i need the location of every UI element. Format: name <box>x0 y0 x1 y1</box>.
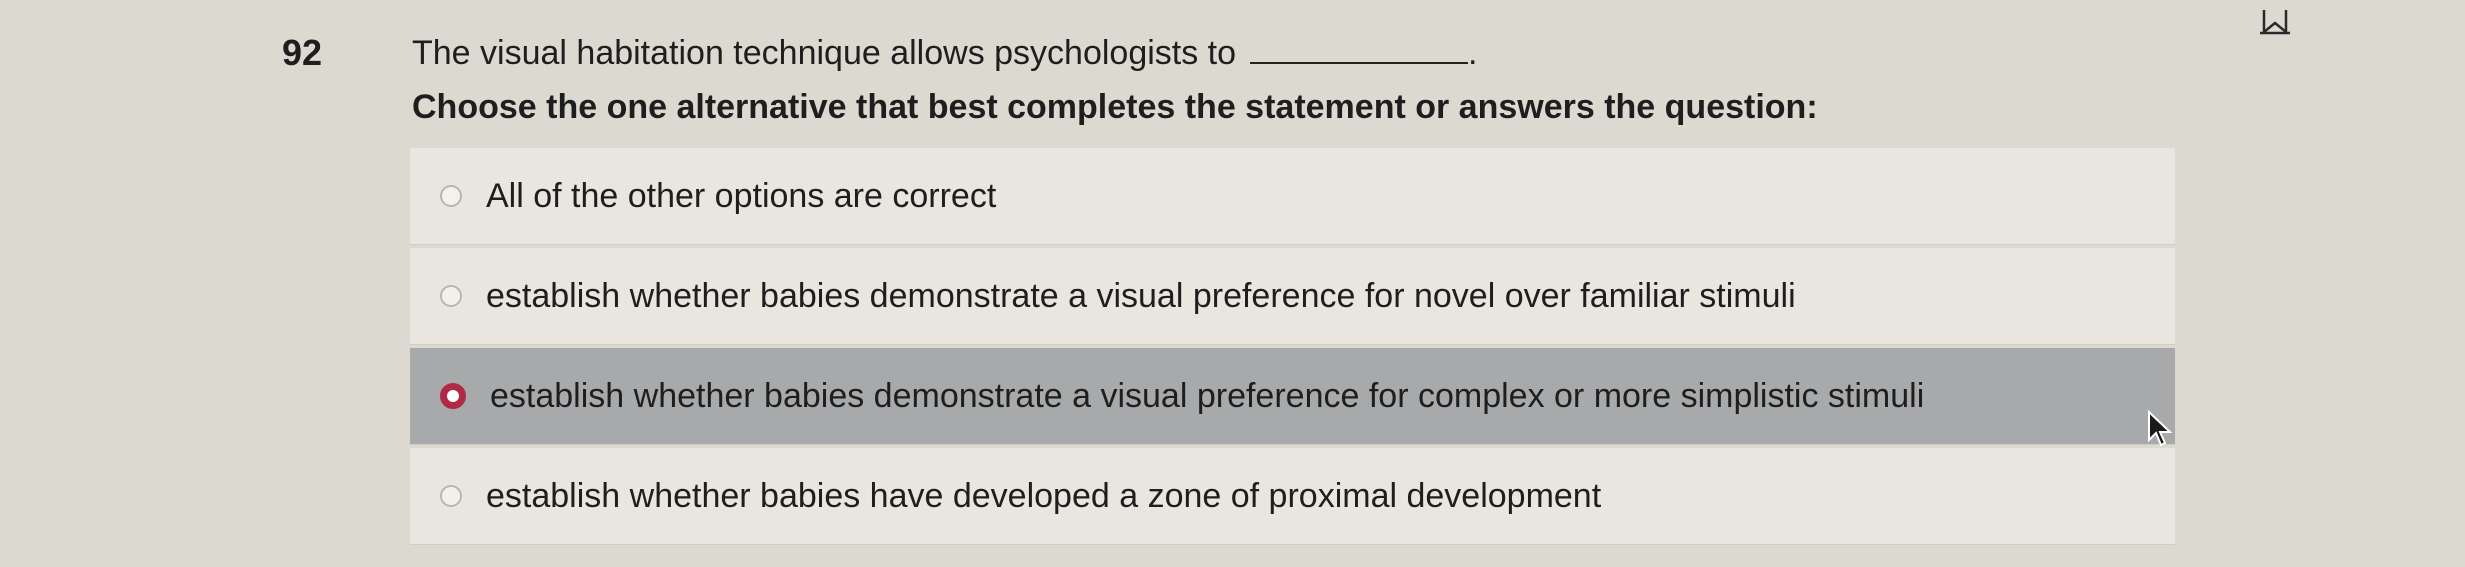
answer-option-label: All of the other options are correct <box>486 176 997 215</box>
answer-blank <box>1250 34 1469 64</box>
answer-option-2[interactable]: establish whether babies demonstrate a v… <box>410 248 2175 345</box>
radio-button[interactable] <box>440 285 462 307</box>
answer-option-label: establish whether babies demonstrate a v… <box>486 276 1796 315</box>
bookmark-flag-icon[interactable] <box>2258 6 2292 36</box>
radio-button[interactable] <box>440 185 462 207</box>
radio-button-selected[interactable] <box>440 383 466 409</box>
answer-option-3[interactable]: establish whether babies demonstrate a v… <box>410 348 2175 445</box>
radio-button[interactable] <box>440 485 462 507</box>
question-stem-text: The visual habitation technique allows p… <box>412 34 1237 72</box>
mouse-pointer-icon <box>2147 409 2173 450</box>
answer-option-label: establish whether babies demonstrate a v… <box>490 376 1925 415</box>
question-instruction: Choose the one alternative that best com… <box>412 88 1818 126</box>
answer-option-1[interactable]: All of the other options are correct <box>410 148 2175 245</box>
question-number: 92 <box>282 32 323 73</box>
question-stem: The visual habitation technique allows p… <box>412 34 1478 73</box>
answer-options: All of the other options are correct est… <box>410 148 2175 548</box>
answer-option-4[interactable]: establish whether babies have developed … <box>410 448 2175 545</box>
question-stem-end: . <box>1468 34 1478 72</box>
answer-option-label: establish whether babies have developed … <box>486 476 1602 515</box>
